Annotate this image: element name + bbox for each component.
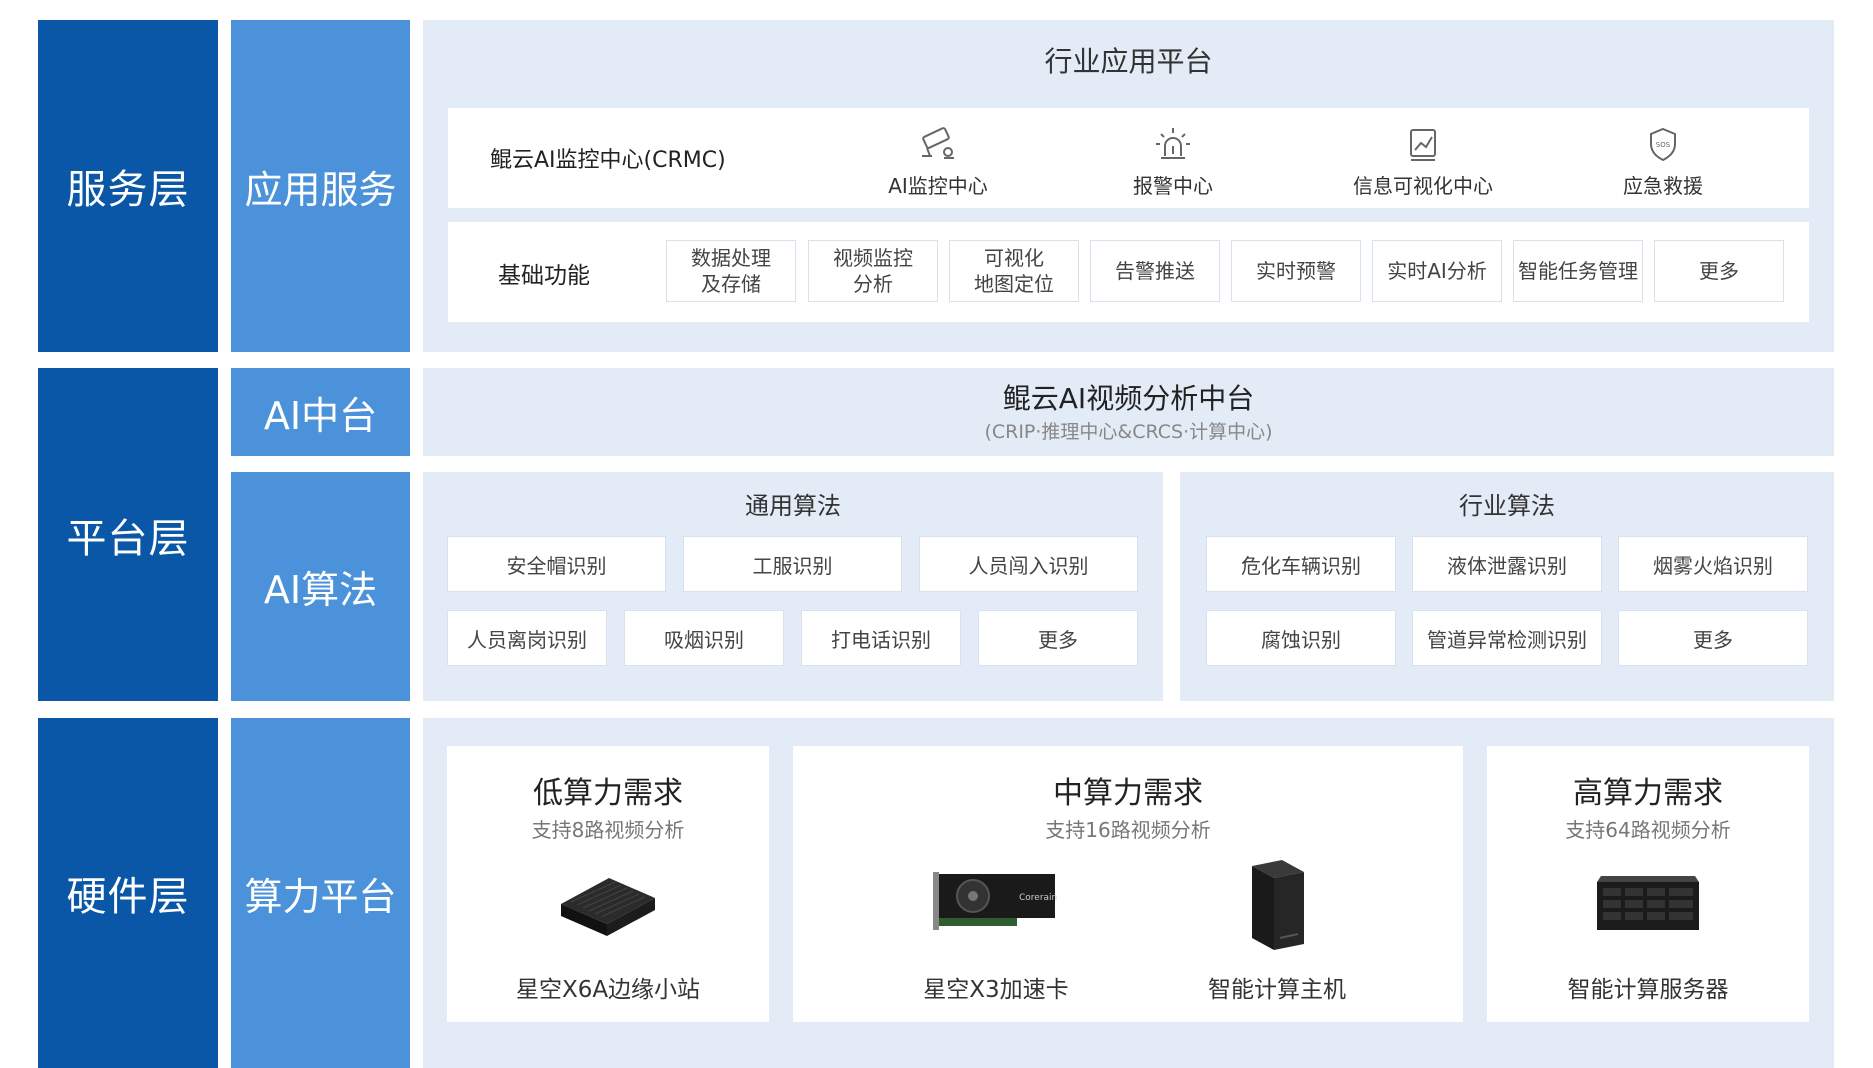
algorithm-item[interactable]: 危化车辆识别 [1206,536,1396,592]
app-label: 报警中心 [1133,174,1213,198]
algorithm-item[interactable]: 人员离岗识别 [447,610,607,666]
basic-function-realtime-ai[interactable]: 实时AI分析 [1372,240,1502,302]
ai-center-title: 鲲云AI视频分析中台 [1002,382,1255,415]
line: 视频监控 [833,246,913,270]
platform-layer-label: 平台层 [38,368,218,701]
low-compute-title: 低算力需求 [533,776,683,811]
server-image [1597,876,1699,930]
product-name: 星空X6A边缘小站 [515,977,701,1003]
app-service-label: 应用服务 [231,20,410,352]
line: 更多 [1699,259,1739,283]
algorithm-item[interactable]: 管道异常检测识别 [1412,610,1602,666]
app-ai-monitor[interactable]: AI监控中心 [858,126,1018,198]
basic-function-map-location[interactable]: 可视化 地图定位 [949,240,1079,302]
algorithm-item-more[interactable]: 更多 [1618,610,1808,666]
app-emergency-rescue[interactable]: SOS 应急救援 [1593,126,1733,198]
basic-function-data-processing[interactable]: 数据处理 及存储 [666,240,796,302]
accelerator-card-image: Corerain [933,872,1057,930]
service-layer-label: 服务层 [38,20,218,352]
ai-center-label: AI中台 [231,368,410,456]
algorithm-item[interactable]: 腐蚀识别 [1206,610,1396,666]
chart-icon [1410,129,1436,161]
basic-function-alarm-push[interactable]: 告警推送 [1090,240,1220,302]
product-name: 智能计算主机 [1208,977,1346,1003]
compute-platform-label: 算力平台 [231,718,410,1068]
hardware-layer-label: 硬件层 [38,718,218,1068]
crmc-card: 鲲云AI监控中心(CRMC) AI监控中心 报警中心 信息可视化中心 SOS 应… [448,108,1809,208]
algorithm-item[interactable]: 吸烟识别 [624,610,784,666]
line: 分析 [853,272,893,296]
basic-function-video-monitor[interactable]: 视频监控 分析 [808,240,938,302]
product-name: 智能计算服务器 [1567,977,1729,1003]
ai-algorithm-label: AI算法 [231,472,410,701]
camera-icon [922,127,954,159]
line: 可视化 [984,246,1044,270]
basic-function-task-management[interactable]: 智能任务管理 [1513,240,1643,302]
low-compute-subtitle: 支持8路视频分析 [531,818,685,842]
line: 告警推送 [1115,259,1195,283]
app-info-visual-center[interactable]: 信息可视化中心 [1333,126,1513,198]
algorithm-item[interactable]: 打电话识别 [801,610,961,666]
compute-host-image [1252,860,1304,950]
basic-functions-card: 基础功能 数据处理 及存储 视频监控 分析 可视化 地图定位 告警推送 实时预警… [448,222,1809,322]
app-label: 应急救援 [1623,174,1703,198]
sos-shield-icon: SOS [1650,127,1676,162]
basic-function-more[interactable]: 更多 [1654,240,1784,302]
basic-functions-label: 基础功能 [498,263,590,289]
app-label: AI监控中心 [888,174,988,198]
mid-compute-title: 中算力需求 [1053,776,1203,811]
industry-algorithm-title: 行业算法 [1459,491,1555,520]
high-compute-title: 高算力需求 [1573,776,1723,811]
algorithm-item[interactable]: 安全帽识别 [447,536,666,592]
app-label: 信息可视化中心 [1353,174,1493,198]
svg-text:SOS: SOS [1656,141,1671,149]
basic-function-realtime-warning[interactable]: 实时预警 [1231,240,1361,302]
mid-compute-card: 中算力需求 支持16路视频分析 Corerain 星空X3加速卡 智能计算主机 [793,746,1463,1022]
line: 实时预警 [1256,259,1336,283]
alarm-light-icon [1156,128,1190,159]
hardware-panel: 低算力需求 支持8路视频分析 星空X6A边缘小站 中算力需求 支持16路视频分析… [423,718,1834,1068]
general-algorithm-panel: 通用算法 安全帽识别 工服识别 人员闯入识别 人员离岗识别 吸烟识别 打电话识别… [423,472,1163,701]
algorithm-item[interactable]: 烟雾火焰识别 [1618,536,1808,592]
algorithm-item[interactable]: 液体泄露识别 [1412,536,1602,592]
high-compute-card: 高算力需求 支持64路视频分析 智能计算服务器 [1487,746,1809,1022]
industry-app-platform-panel: 行业应用平台 鲲云AI监控中心(CRMC) AI监控中心 报警中心 信息可视化中… [423,20,1834,352]
algorithm-item-more[interactable]: 更多 [978,610,1138,666]
high-compute-subtitle: 支持64路视频分析 [1565,818,1731,842]
svg-text:Corerain: Corerain [1019,893,1057,903]
ai-center-subtitle: (CRIP·推理中心&CRCS·计算中心) [984,420,1273,443]
mid-compute-subtitle: 支持16路视频分析 [1045,818,1211,842]
ai-center-panel: 鲲云AI视频分析中台 (CRIP·推理中心&CRCS·计算中心) [423,368,1834,456]
line: 地图定位 [974,272,1054,296]
general-algorithm-title: 通用算法 [745,491,841,520]
line: 及存储 [701,272,761,296]
app-alarm-center[interactable]: 报警中心 [1103,126,1243,198]
algorithm-item[interactable]: 人员闯入识别 [919,536,1138,592]
line: 数据处理 [691,246,771,270]
industry-algorithm-panel: 行业算法 危化车辆识别 液体泄露识别 烟雾火焰识别 腐蚀识别 管道异常检测识别 … [1180,472,1834,701]
line: 实时AI分析 [1387,259,1487,283]
algorithm-item[interactable]: 工服识别 [683,536,902,592]
edge-station-image [561,878,655,936]
low-compute-card: 低算力需求 支持8路视频分析 星空X6A边缘小站 [447,746,769,1022]
line: 智能任务管理 [1518,259,1638,283]
industry-app-platform-title: 行业应用平台 [1044,45,1213,78]
product-name: 星空X3加速卡 [923,977,1069,1003]
crmc-label: 鲲云AI监控中心(CRMC) [490,148,726,173]
